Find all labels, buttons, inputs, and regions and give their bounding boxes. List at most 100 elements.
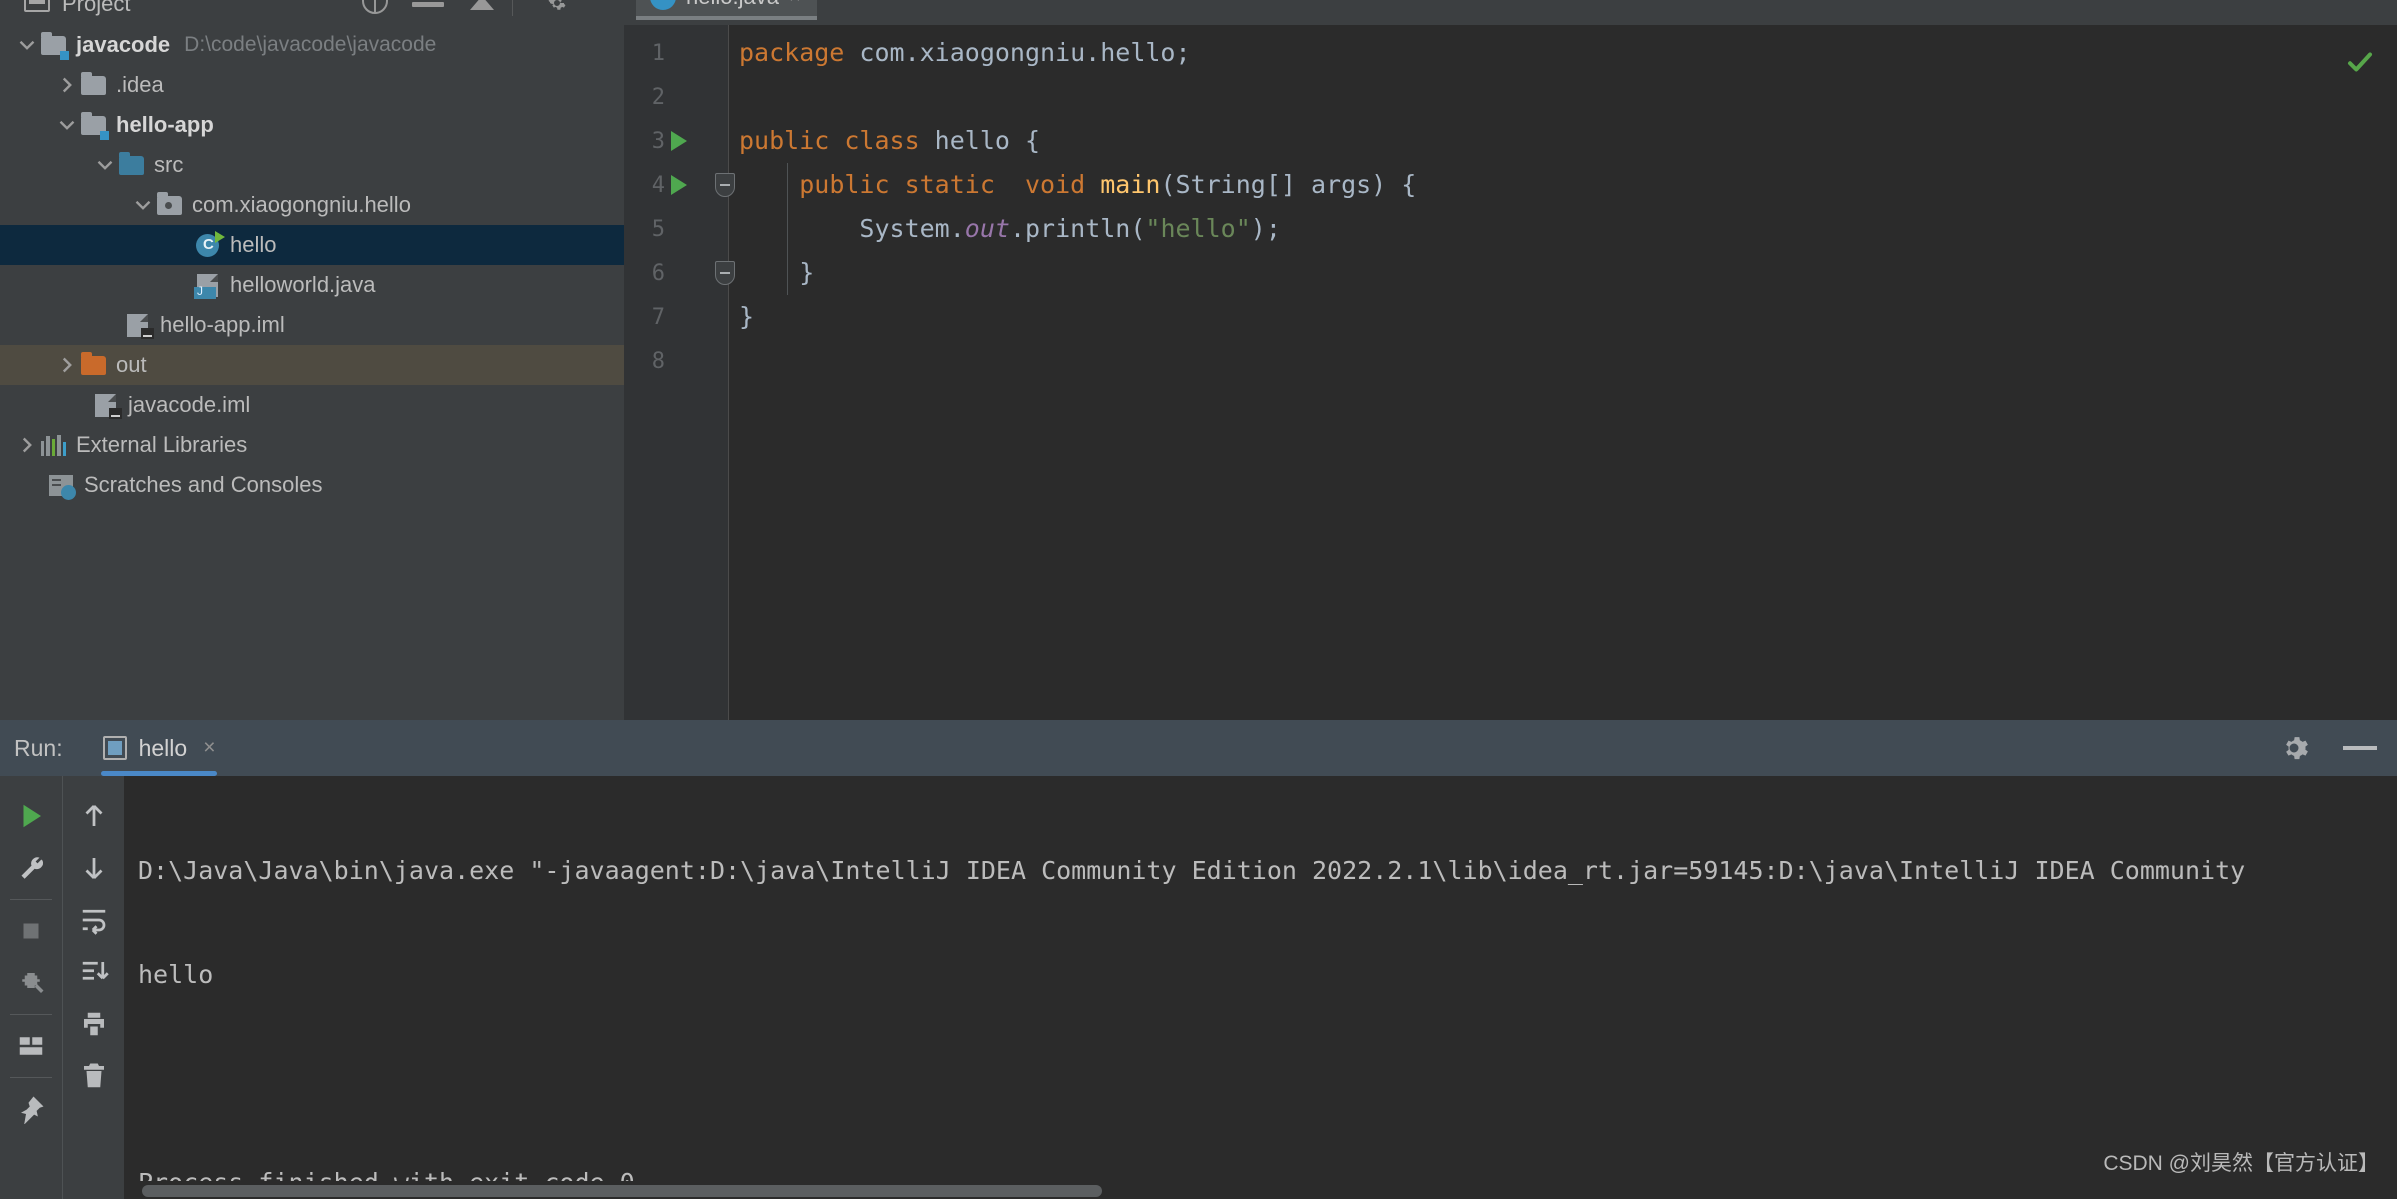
tree-item-label: External Libraries (76, 432, 248, 457)
close-icon[interactable]: × (203, 736, 215, 760)
scroll-to-end-icon[interactable] (63, 946, 125, 998)
project-tree[interactable]: javacode D:\code\javacode\javacode .idea… (0, 25, 624, 720)
soft-wrap-icon[interactable] (63, 894, 125, 946)
run-console-body: D:\Java\Java\bin\java.exe "-javaagent:D:… (0, 776, 2397, 1199)
editor-tab-bar: hello.java × (636, 0, 817, 20)
code-token-keyword: public static void (799, 170, 1101, 199)
tree-row[interactable]: src (0, 145, 624, 185)
stop-icon[interactable] (0, 905, 62, 957)
collapse-all-icon[interactable] (412, 2, 444, 7)
toolwindow-title: Project (62, 0, 131, 16)
project-toolwindow-header: Project hello.java × (0, 0, 2397, 25)
print-icon[interactable] (63, 998, 125, 1050)
line-number: 5 (651, 216, 665, 242)
tree-item-label: Scratches and Consoles (84, 472, 323, 497)
line-number: 1 (651, 40, 665, 66)
excluded-folder-icon (80, 352, 108, 378)
line-number: 4 (651, 172, 665, 198)
code-text-area[interactable]: package com.xiaogongniu.hello; public cl… (730, 25, 2397, 720)
code-editor[interactable]: 1 2 3 4 5 6 7 8 package com.xiaogongniu.… (624, 25, 2397, 720)
console-horizontal-scrollbar[interactable] (124, 1181, 2397, 1199)
code-token-indent (739, 170, 799, 199)
code-token-text: hello { (934, 126, 1041, 155)
console-output[interactable]: D:\Java\Java\bin\java.exe "-javaagent:D:… (124, 776, 2397, 1199)
console-line: D:\Java\Java\bin\java.exe "-javaagent:D:… (138, 856, 2246, 885)
code-line-4: public static void main(String[] args) { (730, 163, 2397, 207)
toolbar-divider (10, 1077, 52, 1078)
code-token-text: } (739, 258, 815, 287)
tree-row[interactable]: javacode D:\code\javacode\javacode (0, 25, 624, 65)
tree-item-label: hello-app.iml (160, 312, 285, 337)
scroll-up-icon[interactable] (63, 790, 125, 842)
code-token-field: out (964, 214, 1010, 243)
code-token-text: } (739, 302, 755, 331)
chevron-right-icon[interactable] (54, 352, 80, 378)
run-tool-window-header: Run: hello × (0, 720, 2397, 776)
layout-icon[interactable] (0, 1020, 62, 1072)
indent-guide (787, 163, 788, 295)
tree-row[interactable]: com.xiaogongniu.hello (0, 185, 624, 225)
tree-row[interactable]: hello-app.iml (0, 305, 624, 345)
chevron-down-icon[interactable] (54, 112, 80, 138)
java-file-tab-icon (650, 0, 676, 10)
tree-item-label: com.xiaogongniu.hello (192, 192, 411, 217)
tree-row-scratches[interactable]: Scratches and Consoles (0, 465, 624, 505)
tree-row-external-libraries[interactable]: External Libraries (0, 425, 624, 465)
code-token-text: com.xiaogongniu.hello; (844, 38, 1191, 67)
settings-gear-icon[interactable] (545, 0, 569, 12)
code-line-6: } (730, 251, 2397, 295)
pin-tab-icon[interactable] (0, 1083, 62, 1135)
package-icon (156, 192, 184, 218)
chevron-down-icon[interactable] (130, 192, 156, 218)
run-method-gutter-icon[interactable] (671, 175, 687, 195)
expand-up-icon[interactable] (470, 0, 494, 10)
clear-all-trash-icon[interactable] (63, 1050, 125, 1102)
tree-item-label: out (116, 352, 147, 377)
settings-gear-icon[interactable] (2279, 733, 2309, 763)
rerun-run-icon[interactable] (0, 790, 62, 842)
run-right-toolbar (62, 776, 124, 1199)
code-line-7: } (730, 295, 2397, 339)
tree-row-selected-hello[interactable]: hello (0, 225, 624, 265)
tree-row[interactable]: hello-app (0, 105, 624, 145)
inspection-ok-check-icon[interactable] (2345, 47, 2375, 77)
project-path: D:\code\javacode\javacode (184, 33, 437, 56)
scroll-down-icon[interactable] (63, 842, 125, 894)
console-line: hello (138, 960, 214, 989)
run-config-icon (102, 736, 127, 760)
chevron-right-icon[interactable] (14, 432, 40, 458)
line-number: 3 (651, 128, 665, 154)
minimize-icon[interactable] (2343, 746, 2377, 750)
code-token-method: main (1100, 170, 1161, 199)
toolbar-divider (10, 899, 52, 900)
chevron-down-icon[interactable] (92, 152, 118, 178)
tree-item-label: hello (230, 232, 277, 257)
run-class-gutter-icon[interactable] (671, 131, 687, 151)
java-class-runnable-icon (194, 231, 225, 258)
project-icon (24, 0, 50, 12)
line-number: 8 (651, 348, 665, 374)
tree-row[interactable]: .idea (0, 65, 624, 105)
chevron-down-icon[interactable] (14, 32, 40, 58)
module-folder-icon (80, 112, 109, 140)
edit-configuration-wrench-icon[interactable] (0, 842, 62, 894)
globe-icon[interactable] (362, 0, 388, 14)
editor-tab-label: hello.java (686, 0, 779, 10)
close-icon[interactable]: × (789, 0, 801, 9)
code-token-text: .println( (1009, 214, 1146, 243)
tree-row[interactable]: helloworld.java (0, 265, 624, 305)
editor-gutter[interactable]: 1 2 3 4 5 6 7 8 (624, 25, 735, 720)
tree-row[interactable]: javacode.iml (0, 385, 624, 425)
run-tab-hello[interactable]: hello × (93, 720, 226, 776)
editor-tab-hello-java[interactable]: hello.java × (636, 0, 817, 20)
iml-file-icon (92, 392, 122, 419)
dump-threads-icon[interactable] (0, 957, 62, 1009)
scrollbar-thumb[interactable] (142, 1185, 1102, 1197)
java-file-icon (194, 272, 222, 299)
toolbar-divider (512, 0, 513, 16)
run-label: Run: (14, 734, 63, 761)
tree-row-out[interactable]: out (0, 345, 624, 385)
chevron-right-icon[interactable] (54, 72, 80, 98)
